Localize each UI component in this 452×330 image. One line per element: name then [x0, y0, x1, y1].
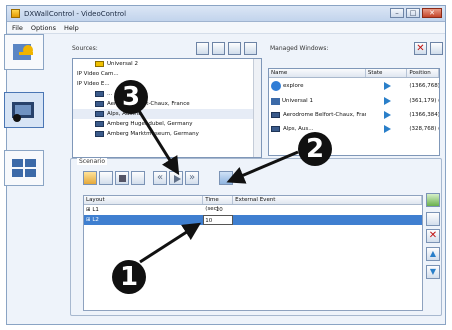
- callout-3: 3: [114, 80, 148, 114]
- arrow-2: [226, 150, 299, 184]
- arrow-1: [139, 222, 202, 264]
- annotation-arrows: [134, 105, 299, 264]
- callout-1: 1: [112, 260, 146, 294]
- arrow-3: [134, 105, 180, 176]
- callout-2: 2: [298, 132, 332, 166]
